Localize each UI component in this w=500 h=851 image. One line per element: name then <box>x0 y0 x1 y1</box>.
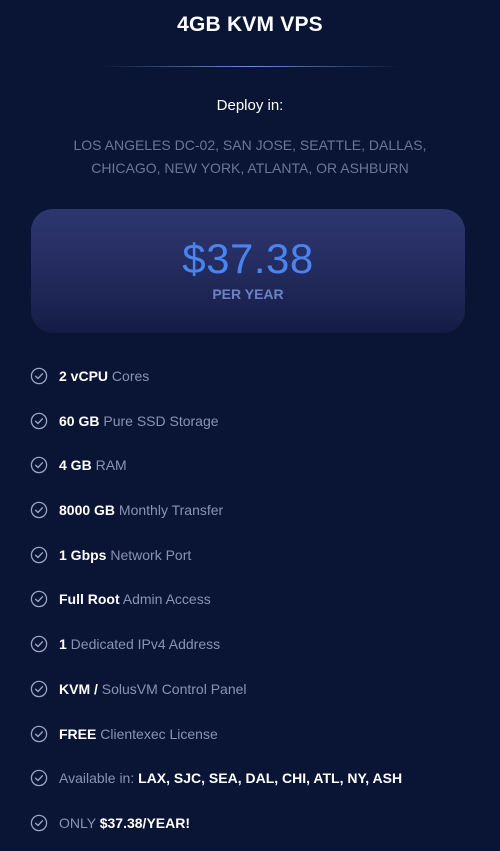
feature-item-storage: 60 GB Pure SSD Storage <box>30 410 402 455</box>
feature-text: 60 GB Pure SSD Storage <box>59 410 219 432</box>
feature-text: 1 Dedicated IPv4 Address <box>59 633 220 655</box>
feature-description: Dedicated IPv4 Address <box>66 636 221 653</box>
feature-prefix: ONLY <box>59 814 100 831</box>
vps-plan-card: 4GB KVM VPS Deploy in: LOS ANGELES DC-02… <box>0 0 500 851</box>
feature-text: ONLY $37.38/YEAR! <box>59 812 190 834</box>
check-circle-icon <box>30 680 48 698</box>
deploy-locations: LOS ANGELES DC-02, SAN JOSE, SEATTLE, DA… <box>50 134 450 180</box>
feature-description: Network Port <box>106 546 192 563</box>
feature-highlight: 8000 GB <box>59 502 116 519</box>
feature-description: Admin Access <box>119 591 211 608</box>
feature-highlight: 1 <box>59 636 67 653</box>
title-divider <box>100 66 400 67</box>
feature-description: SolusVM Control Panel <box>97 680 247 697</box>
feature-item-vcpu: 2 vCPU Cores <box>30 365 402 410</box>
check-circle-icon <box>30 501 48 519</box>
feature-highlight: $37.38/YEAR! <box>99 814 191 831</box>
deploy-label: Deploy in: <box>216 97 284 114</box>
feature-highlight: 4 GB <box>59 457 92 474</box>
feature-highlight: Full Root <box>59 591 120 608</box>
feature-description: Cores <box>108 368 150 384</box>
feature-text: 2 vCPU Cores <box>59 365 149 387</box>
feature-item-license: FREE Clientexec License <box>30 723 402 768</box>
locations-line-2: CHICAGO, NEW YORK, ATLANTA, OR ASHBURN <box>91 160 409 176</box>
feature-text: Full Root Admin Access <box>59 588 211 610</box>
plan-title: 4GB KVM VPS <box>177 13 323 36</box>
feature-item-ram: 4 GB RAM <box>30 454 402 499</box>
feature-description: RAM <box>91 457 127 474</box>
check-circle-icon <box>30 546 48 563</box>
check-circle-icon <box>30 367 48 385</box>
price-amount: $37.38 <box>182 235 314 282</box>
check-circle-icon <box>30 769 48 787</box>
feature-text: Available in: LAX, SJC, SEA, DAL, CHI, A… <box>59 767 402 789</box>
feature-list: 2 vCPU Cores 60 GB Pure SSD Storage 4 GB… <box>30 365 402 851</box>
feature-text: 8000 GB Monthly Transfer <box>59 499 223 521</box>
feature-highlight: KVM / <box>59 680 98 697</box>
feature-highlight: LAX, SJC, SEA, DAL, CHI, ATL, NY, ASH <box>138 770 403 787</box>
feature-item-ipv4: 1 Dedicated IPv4 Address <box>30 633 402 678</box>
feature-text: KVM / SolusVM Control Panel <box>59 678 247 700</box>
feature-text: 4 GB RAM <box>59 454 127 476</box>
feature-description: Clientexec License <box>96 725 218 742</box>
feature-highlight: 1 Gbps <box>59 546 107 563</box>
feature-prefix: Available in: <box>59 770 139 787</box>
feature-item-price-summary: ONLY $37.38/YEAR! <box>30 812 402 851</box>
feature-item-network-port: 1 Gbps Network Port <box>30 544 402 589</box>
check-circle-icon <box>30 412 48 429</box>
check-circle-icon <box>30 635 48 653</box>
price-box: $37.38 PER YEAR <box>31 209 465 333</box>
feature-text: 1 Gbps Network Port <box>59 544 191 566</box>
price-period: PER YEAR <box>212 286 284 302</box>
feature-description: Pure SSD Storage <box>99 412 219 429</box>
check-circle-icon <box>30 725 48 742</box>
feature-highlight: 2 vCPU <box>59 368 109 384</box>
feature-highlight: FREE <box>59 725 97 742</box>
feature-item-root-access: Full Root Admin Access <box>30 588 402 633</box>
check-circle-icon <box>30 814 48 832</box>
feature-highlight: 60 GB <box>59 412 100 429</box>
feature-item-availability: Available in: LAX, SJC, SEA, DAL, CHI, A… <box>30 767 402 812</box>
feature-description: Monthly Transfer <box>115 502 224 519</box>
locations-line-1: LOS ANGELES DC-02, SAN JOSE, SEATTLE, DA… <box>73 137 427 153</box>
check-circle-icon <box>30 457 48 474</box>
feature-item-control-panel: KVM / SolusVM Control Panel <box>30 678 402 723</box>
feature-item-transfer: 8000 GB Monthly Transfer <box>30 499 402 544</box>
feature-text: FREE Clientexec License <box>59 723 218 745</box>
check-circle-icon <box>30 591 48 608</box>
